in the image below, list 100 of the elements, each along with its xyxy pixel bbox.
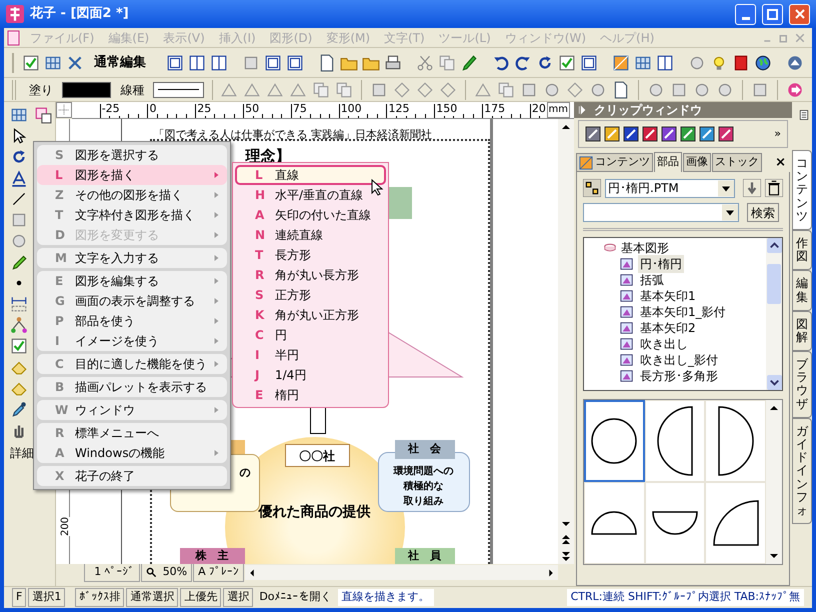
document-icon[interactable] — [318, 54, 336, 72]
menu-item[interactable]: S 図形を選択する — [37, 145, 227, 165]
file-dropdown[interactable]: 円･楕円.PTM — [605, 178, 735, 198]
scroll-up-icon[interactable] — [766, 238, 782, 253]
panel-tab[interactable]: 画像 — [683, 153, 711, 172]
window-icon[interactable] — [656, 54, 674, 72]
more-button[interactable]: » — [774, 126, 781, 142]
side-tab[interactable]: ガイドインフォ — [792, 418, 812, 524]
menu-item[interactable]: A Windowsの機能 — [37, 443, 227, 463]
tree-item[interactable]: 基本矢印1 — [638, 287, 698, 305]
download-icon[interactable] — [743, 179, 761, 197]
page-indicator[interactable]: 1 ﾍﾟｰｼﾞ — [84, 563, 140, 582]
text-tool-icon[interactable] — [10, 169, 28, 187]
detail-label[interactable]: 詳細 — [10, 444, 34, 462]
dimension-icon[interactable] — [10, 295, 28, 313]
open-box-icon[interactable] — [602, 242, 618, 254]
minimize-button[interactable] — [735, 4, 756, 24]
menu-item[interactable]: S 正方形 — [235, 285, 386, 305]
colored-tile-icon[interactable] — [604, 126, 620, 142]
ruler-origin-button[interactable] — [56, 102, 72, 118]
gallery-scrollbar[interactable] — [766, 400, 782, 564]
menu-item[interactable]: M 文字を入力する — [37, 248, 227, 268]
menu-item[interactable]: T 長方形 — [235, 245, 386, 265]
menu-item[interactable]: T 文字枠付き図形を描く — [37, 205, 227, 225]
panel-tab[interactable]: ストック — [712, 153, 762, 172]
menu-item[interactable]: B 描画パレットを表示する — [37, 377, 227, 397]
zoom-control[interactable]: 50% — [140, 563, 192, 582]
window-icon[interactable] — [34, 106, 52, 124]
close-button[interactable] — [789, 4, 810, 24]
brush-icon[interactable] — [460, 54, 478, 72]
side-tab[interactable]: 編集 — [792, 270, 812, 311]
side-tab[interactable]: コンテンツ — [792, 150, 812, 230]
scroll-thumb[interactable] — [767, 264, 781, 304]
layer-indicator[interactable]: A ﾌﾟﾚｰﾝ — [193, 563, 244, 582]
menu-item[interactable]: C 円 — [235, 325, 386, 345]
menu-item[interactable]: C 目的に適した機能を使う — [37, 354, 227, 374]
menu-item[interactable]: J 1/4円 — [235, 365, 386, 385]
maximize-button[interactable] — [762, 4, 783, 24]
grid-icon[interactable] — [10, 106, 28, 124]
menu-item[interactable]: K 角が丸い正方形 — [235, 305, 386, 325]
menu-item[interactable]: W ウィンドウ — [37, 400, 227, 420]
menu-item[interactable]: I イメージを使う — [37, 331, 227, 351]
line-icon[interactable] — [10, 190, 28, 208]
frame-icon[interactable] — [286, 54, 304, 72]
menu-item[interactable]: H 水平/垂直の直線 — [235, 185, 386, 205]
fill-color-swatch[interactable] — [62, 82, 112, 98]
menu-item[interactable]: E 楕円 — [235, 385, 386, 405]
menu-item[interactable]: P 部品を使う — [37, 311, 227, 331]
panel-tab[interactable]: 部品 — [654, 152, 682, 172]
tree-item[interactable]: 基本図形 — [621, 239, 669, 257]
tree-item[interactable]: 基本矢印1_影付 — [638, 303, 728, 321]
side-tab[interactable]: 作図 — [792, 230, 812, 270]
globe-icon[interactable] — [754, 54, 772, 72]
dock-icon[interactable] — [578, 105, 588, 115]
tree-item[interactable]: 基本矢印2 — [638, 319, 698, 337]
tree-scrollbar[interactable] — [766, 238, 782, 390]
menu-item[interactable]: R 標準メニューへ — [37, 423, 227, 443]
menu-item[interactable]: R 角が丸い長方形 — [235, 265, 386, 285]
pencil-icon[interactable] — [10, 253, 28, 271]
vertical-scrollbar[interactable] — [558, 119, 574, 564]
pin-icon[interactable] — [798, 109, 810, 121]
side-tab[interactable]: 図解 — [792, 310, 812, 352]
split-frame-icon[interactable] — [188, 54, 206, 72]
colored-tile-icon[interactable] — [642, 126, 658, 142]
trash-icon[interactable] — [765, 179, 783, 197]
colored-tile-icon[interactable] — [623, 126, 639, 142]
colored-tile-icon[interactable] — [661, 126, 677, 142]
scroll-down-icon[interactable] — [766, 375, 782, 390]
arrow-right-icon[interactable] — [786, 80, 804, 98]
menu-item[interactable]: A 矢印の付いた直線 — [235, 205, 386, 225]
frame-icon[interactable] — [264, 54, 282, 72]
book-icon[interactable] — [732, 54, 750, 72]
colored-tile-icon[interactable] — [718, 126, 734, 142]
colored-tile-icon[interactable] — [680, 126, 696, 142]
menu-item[interactable]: Z その他の図形を描く — [37, 185, 227, 205]
printer-icon[interactable] — [384, 54, 402, 72]
colored-tile-icon[interactable] — [585, 126, 601, 142]
tree-item[interactable]: 長方形･多角形 — [638, 367, 720, 385]
menu-item[interactable]: X 花子の終了 — [37, 466, 227, 486]
menu-item[interactable]: L 直線 — [235, 165, 386, 185]
arrow-up-icon[interactable] — [786, 54, 804, 72]
search-field[interactable] — [583, 202, 739, 222]
tree-item[interactable]: 括弧 — [638, 271, 666, 289]
close-button[interactable]: × — [775, 152, 786, 172]
menu-item[interactable]: G 画面の表示を調整する — [37, 291, 227, 311]
edit-icon[interactable] — [22, 54, 40, 72]
search-button[interactable]: 検索 — [747, 202, 779, 222]
frame-icon[interactable] — [166, 54, 184, 72]
edit-icon[interactable] — [10, 337, 28, 355]
line-style-swatch[interactable] — [153, 82, 204, 98]
colored-tile-icon[interactable] — [699, 126, 715, 142]
horizontal-scrollbar[interactable] — [245, 565, 558, 580]
shape-thumbnail[interactable] — [584, 400, 645, 482]
panel-tab[interactable]: コンテンツ — [576, 153, 653, 172]
tree-item[interactable]: 吹き出し — [638, 335, 690, 353]
menu-item[interactable]: L 図形を描く — [37, 165, 227, 185]
menu-item[interactable]: E 図形を編集する — [37, 271, 227, 291]
cross-pattern-icon[interactable] — [66, 54, 84, 72]
split-frame-icon[interactable] — [210, 54, 228, 72]
tree-item[interactable]: 吹き出し_影付 — [638, 351, 720, 369]
